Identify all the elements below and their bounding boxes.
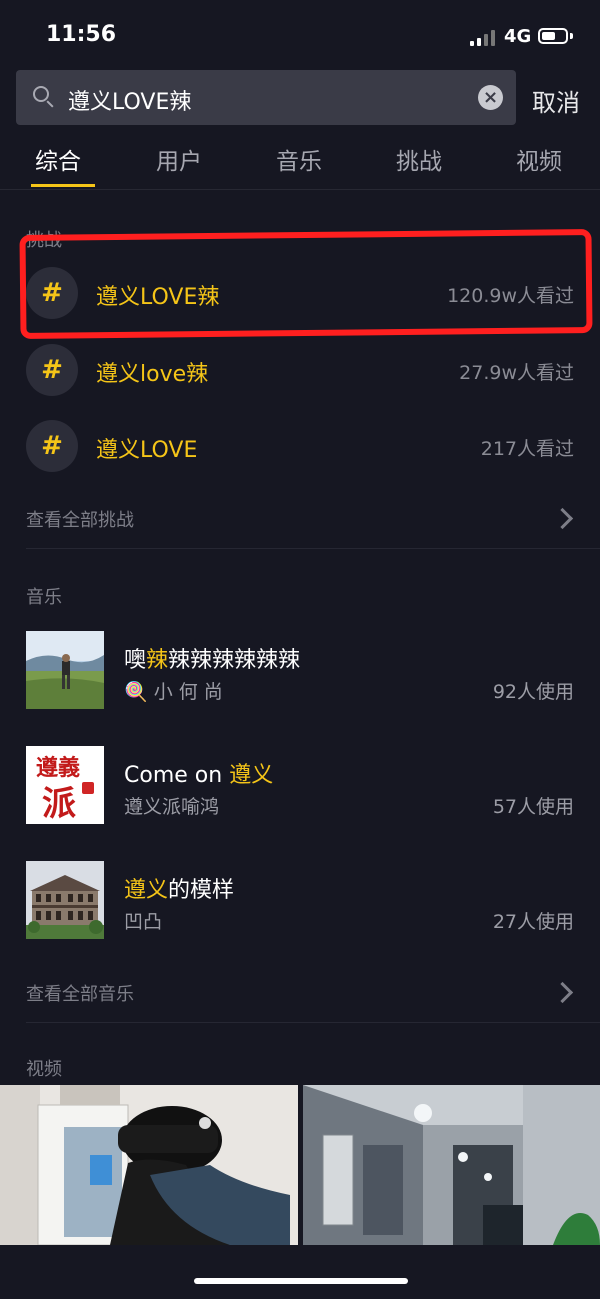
chevron-right-icon[interactable] bbox=[551, 981, 574, 1004]
status-time: 11:56 bbox=[46, 22, 117, 47]
music-title-text: 噢 bbox=[124, 648, 147, 673]
see-all-music-link[interactable]: 查看全部音乐 bbox=[26, 980, 134, 1006]
red-highlight-annotation bbox=[19, 229, 593, 339]
music-title[interactable]: 遵义的模样 bbox=[124, 872, 234, 904]
tab-all[interactable]: 综合 bbox=[35, 142, 81, 176]
music-title[interactable]: Come on 遵义 bbox=[124, 757, 273, 789]
music-title-text: 的模样 bbox=[168, 878, 235, 903]
music-artist: 遵义派喻鸿 bbox=[124, 796, 220, 818]
seal-icon bbox=[82, 782, 94, 794]
video-thumbnail[interactable] bbox=[0, 1085, 298, 1245]
cancel-button[interactable]: 取消 bbox=[532, 83, 580, 118]
music-artist: 🍭 小 何 尚 bbox=[124, 681, 223, 703]
section-divider bbox=[26, 548, 600, 549]
music-title-text: 辣辣辣辣辣辣 bbox=[168, 648, 301, 673]
cover-text: 派 bbox=[42, 784, 76, 824]
active-tab-indicator bbox=[31, 184, 95, 187]
challenge-item[interactable]: # 遵义LOVE 217人看过 bbox=[0, 408, 600, 484]
music-title-highlight: 遵义 bbox=[124, 878, 169, 903]
challenge-name: 遵义LOVE bbox=[96, 438, 198, 463]
battery-tip bbox=[570, 33, 573, 39]
home-bar-area bbox=[0, 1245, 600, 1299]
music-title-text: Come on bbox=[124, 763, 230, 788]
chevron-right-icon[interactable] bbox=[551, 507, 574, 530]
search-input[interactable]: 遵义LOVE辣 bbox=[68, 84, 191, 116]
challenge-views: 217人看过 bbox=[480, 438, 574, 460]
music-title[interactable]: 噢辣辣辣辣辣辣辣 bbox=[124, 642, 300, 674]
music-cover[interactable] bbox=[26, 631, 104, 709]
music-title-highlight: 遵义 bbox=[229, 763, 274, 788]
section-title-music: 音乐 bbox=[26, 587, 62, 608]
cellular-signal-icon bbox=[470, 30, 498, 46]
video-thumbnail[interactable] bbox=[303, 1085, 600, 1245]
challenge-item[interactable]: # 遵义love辣 27.9w人看过 bbox=[0, 332, 600, 408]
challenge-name: 遵义love辣 bbox=[96, 362, 209, 387]
hashtag-icon: # bbox=[26, 344, 78, 396]
music-title-highlight: 辣 bbox=[146, 648, 169, 673]
home-indicator[interactable] bbox=[194, 1278, 408, 1284]
music-uses: 57人使用 bbox=[492, 796, 574, 818]
see-all-challenges-link[interactable]: 查看全部挑战 bbox=[26, 506, 134, 532]
network-type: 4G bbox=[504, 26, 532, 47]
clear-icon[interactable]: × bbox=[478, 85, 503, 110]
tab-users[interactable]: 用户 bbox=[156, 142, 202, 176]
tab-music[interactable]: 音乐 bbox=[276, 142, 322, 176]
music-artist: 凹凸 bbox=[124, 911, 163, 933]
tab-videos[interactable]: 视频 bbox=[516, 142, 562, 176]
music-cover[interactable]: 遵義 派 bbox=[26, 746, 104, 824]
battery-icon bbox=[538, 28, 568, 44]
music-uses: 92人使用 bbox=[492, 681, 574, 703]
tabs-divider bbox=[0, 189, 600, 190]
search-icon bbox=[33, 86, 49, 102]
challenge-views: 27.9w人看过 bbox=[459, 362, 574, 384]
section-title-videos: 视频 bbox=[26, 1059, 62, 1080]
music-cover[interactable] bbox=[26, 861, 104, 939]
hashtag-icon: # bbox=[26, 420, 78, 472]
tab-challenges[interactable]: 挑战 bbox=[396, 142, 442, 176]
music-uses: 27人使用 bbox=[492, 911, 574, 933]
section-divider bbox=[26, 1022, 600, 1023]
